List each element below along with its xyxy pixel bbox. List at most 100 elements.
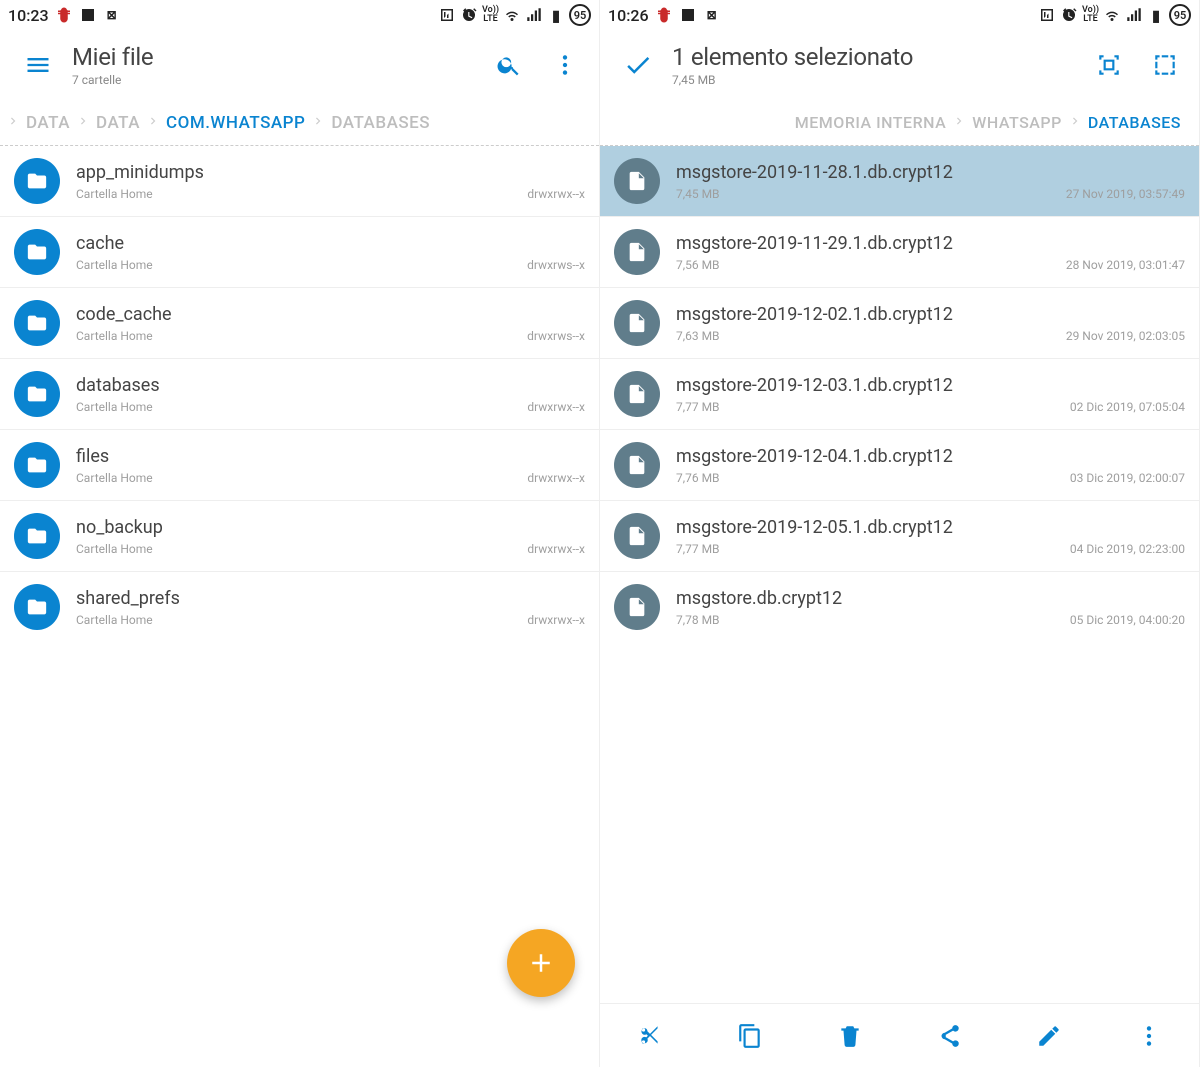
more-actions-button[interactable] [1125,1012,1173,1060]
add-button[interactable] [507,929,575,997]
trash-icon [837,1023,863,1049]
select-box-button[interactable] [1143,43,1187,87]
folder-icon [14,442,60,488]
crumb[interactable]: DATA [20,113,76,133]
file-row[interactable]: msgstore.db.crypt12 7,78 MB 05 Dic 2019,… [600,572,1199,642]
chevron-right-icon [6,113,20,133]
breadcrumb: DATA DATA COM.WHATSAPP DATABASES [0,100,599,146]
chevron-right-icon [146,113,160,133]
wifi-icon [503,6,521,24]
folder-sub: Cartella Home [76,329,153,343]
file-row[interactable]: msgstore-2019-12-03.1.db.crypt12 7,77 MB… [600,359,1199,430]
bug-icon [55,6,73,24]
folder-name: files [76,446,585,467]
status-time: 10:26 [608,6,649,25]
folder-row[interactable]: app_minidumps Cartella Home drwxrwx--x [0,146,599,217]
file-row[interactable]: msgstore-2019-12-04.1.db.crypt12 7,76 MB… [600,430,1199,501]
file-row[interactable]: msgstore-2019-12-02.1.db.crypt12 7,63 MB… [600,288,1199,359]
folder-perm: drwxrwx--x [527,187,585,201]
file-date: 29 Nov 2019, 02:03:05 [1066,329,1185,343]
signal-icon [1125,6,1143,24]
menu-button[interactable] [16,51,60,79]
more-icon [1136,1023,1162,1049]
search-button[interactable] [487,43,531,87]
crumb[interactable]: MEMORIA INTERNA [789,113,953,132]
file-icon [614,229,660,275]
page-title: Miei file [72,43,475,71]
file-size: 7,63 MB [676,329,720,343]
folder-icon [14,513,60,559]
folder-name: no_backup [76,517,585,538]
folder-sub: Cartella Home [76,471,153,485]
share-button[interactable] [925,1012,973,1060]
chevron-right-icon [76,113,90,133]
folder-perm: drwxrws--x [527,258,585,272]
more-button[interactable] [543,43,587,87]
crumb[interactable]: WHATSAPP [966,113,1068,132]
wifi-icon [1103,6,1121,24]
copy-button[interactable] [726,1012,774,1060]
folder-name: code_cache [76,304,585,325]
file-date: 03 Dic 2019, 02:00:07 [1070,471,1185,485]
folder-name: app_minidumps [76,162,585,183]
folder-icon [14,229,60,275]
image-icon [79,6,97,24]
rename-button[interactable] [1025,1012,1073,1060]
file-date: 27 Nov 2019, 03:57:49 [1066,187,1185,201]
folder-icon [14,300,60,346]
delete-button[interactable] [826,1012,874,1060]
chevron-right-icon [1068,113,1082,133]
crumb[interactable]: DATA [90,113,146,133]
folder-icon [14,584,60,630]
cut-icon [637,1023,663,1049]
more-icon [552,52,578,78]
file-row[interactable]: msgstore-2019-12-05.1.db.crypt12 7,77 MB… [600,501,1199,572]
file-size: 7,77 MB [676,542,720,556]
file-icon [614,371,660,417]
action-bar [600,1003,1199,1067]
volte-icon: Vo))LTE [482,6,499,24]
file-icon [614,513,660,559]
folder-name: shared_prefs [76,588,585,609]
file-list: msgstore-2019-11-28.1.db.crypt12 7,45 MB… [600,146,1199,1003]
folder-perm: drwxrwx--x [527,400,585,414]
folder-row[interactable]: cache Cartella Home drwxrws--x [0,217,599,288]
signal-icon [525,6,543,24]
file-name: msgstore-2019-11-29.1.db.crypt12 [676,233,1185,254]
folder-sub: Cartella Home [76,258,153,272]
notification-icon: ⊠ [103,6,121,24]
file-date: 05 Dic 2019, 04:00:20 [1070,613,1185,627]
done-button[interactable] [616,50,660,80]
alarm-icon [1060,6,1078,24]
chevron-right-icon [952,113,966,133]
select-box-icon [1152,52,1178,78]
folder-row[interactable]: shared_prefs Cartella Home drwxrwx--x [0,572,599,642]
crumb-active[interactable]: DATABASES [1082,113,1187,132]
battery-icon: ▮ [547,6,565,24]
file-icon [614,584,660,630]
folder-icon [14,371,60,417]
nfc-icon [438,6,456,24]
file-date: 02 Dic 2019, 07:05:04 [1070,400,1185,414]
chevron-right-icon [311,113,325,133]
folder-list: app_minidumps Cartella Home drwxrwx--x c… [0,146,599,1067]
copy-icon [737,1023,763,1049]
folder-row[interactable]: code_cache Cartella Home drwxrws--x [0,288,599,359]
file-row[interactable]: msgstore-2019-11-28.1.db.crypt12 7,45 MB… [600,146,1199,217]
edit-icon [1036,1023,1062,1049]
crumb[interactable]: DATABASES [325,113,436,133]
folder-row[interactable]: files Cartella Home drwxrwx--x [0,430,599,501]
nfc-icon [1038,6,1056,24]
file-date: 04 Dic 2019, 02:23:00 [1070,542,1185,556]
file-row[interactable]: msgstore-2019-11-29.1.db.crypt12 7,56 MB… [600,217,1199,288]
cut-button[interactable] [626,1012,674,1060]
statusbar: 10:23 ⊠ Vo))LTE ▮ 95 [0,0,599,30]
crumb-active[interactable]: COM.WHATSAPP [160,113,311,133]
screen-left: 10:23 ⊠ Vo))LTE ▮ 95 Miei file 7 cartell… [0,0,600,1067]
select-all-button[interactable] [1087,43,1131,87]
folder-icon [14,158,60,204]
folder-row[interactable]: databases Cartella Home drwxrwx--x [0,359,599,430]
file-size: 7,56 MB [676,258,720,272]
battery-level: 95 [569,4,591,26]
folder-row[interactable]: no_backup Cartella Home drwxrwx--x [0,501,599,572]
